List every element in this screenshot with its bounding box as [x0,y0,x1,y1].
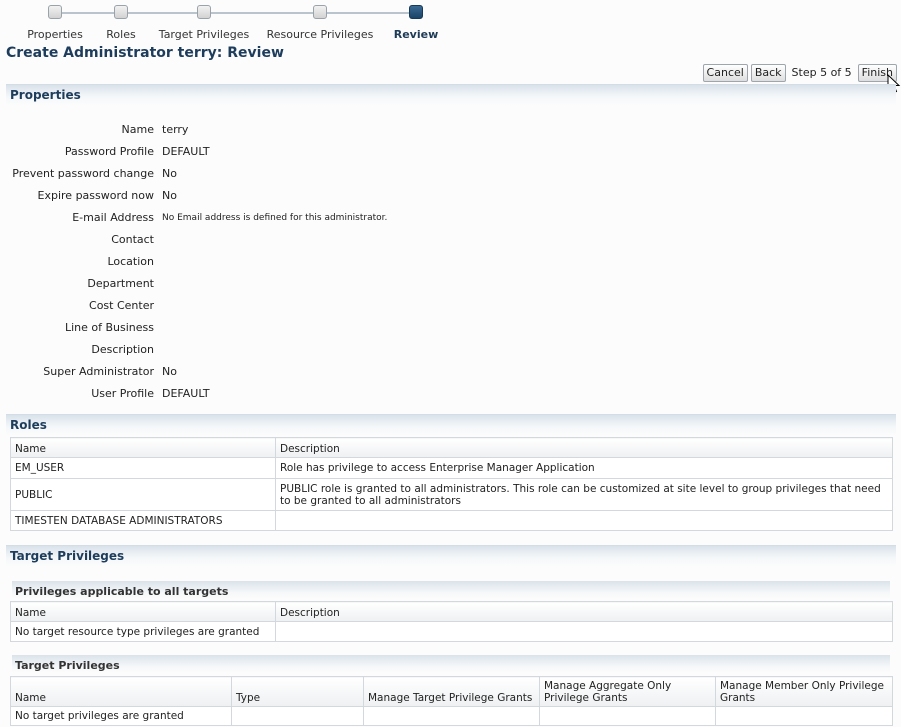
train-step-review: Review [393,28,439,41]
roles-section-header: Roles [6,414,896,436]
column-header-name[interactable]: Name [10,676,232,707]
property-row: Expire password now No [0,189,600,205]
train-step-roles-marker[interactable] [114,5,128,19]
property-row: Contact [0,233,600,249]
role-name-cell: EM_USER [10,457,276,479]
target-privileges-table-header-row: Name Type Manage Target Privilege Grants… [10,676,893,707]
property-row: Department [0,277,600,293]
property-label: Password Profile [64,145,154,158]
property-row: User Profile DEFAULT [0,387,600,403]
property-label: Department [87,277,154,290]
property-row: Name terry [0,123,600,139]
target-privileges-section-title: Target Privileges [10,549,125,563]
property-value: No [162,189,177,202]
train-step-target-privileges-marker[interactable] [197,5,211,19]
column-header-description[interactable]: Description [275,437,893,458]
property-row: Super Administrator No [0,365,600,381]
page-title: Create Administrator terry: Review [6,45,284,61]
column-header-type[interactable]: Type [231,676,364,707]
empty-cell [363,706,540,726]
table-row[interactable]: TIMESTEN DATABASE ADMINISTRATORS [10,510,893,531]
property-value: No [162,365,177,378]
target-privileges-table: Name Type Manage Target Privilege Grants… [10,676,893,726]
empty-table-message: No target privileges are granted [10,706,232,726]
property-label: Prevent password change [12,167,154,180]
cancel-button[interactable]: Cancel [702,63,748,82]
properties-section-title: Properties [10,88,81,102]
table-row[interactable]: EM_USER Role has privilege to access Ent… [10,457,893,479]
column-header-description[interactable]: Description [275,601,893,622]
property-value: No Email address is defined for this adm… [162,213,388,223]
all-targets-subheader: Privileges applicable to all targets [12,581,890,599]
property-row: Cost Center [0,299,600,315]
property-label: Expire password now [37,189,154,202]
train-step-resource-privileges-marker[interactable] [313,5,327,19]
empty-cell [539,706,716,726]
wizard-button-bar: Cancel Back Step 5 of 5 Finish [702,63,897,82]
property-row: Line of Business [0,321,600,337]
target-privileges-subheader-title: Target Privileges [15,659,120,672]
table-row[interactable]: PUBLIC PUBLIC role is granted to all adm… [10,478,893,511]
property-label: E-mail Address [72,211,154,224]
train-step-properties-marker[interactable] [48,5,62,19]
all-targets-subheader-title: Privileges applicable to all targets [15,585,229,598]
empty-cell [715,706,893,726]
property-value: terry [162,123,189,136]
property-label: Contact [111,233,154,246]
all-targets-privileges-table: Name Description No target resource type… [10,601,893,642]
train-step-target-privileges[interactable]: Target Privileges [159,28,249,41]
target-privileges-subheader: Target Privileges [12,655,890,673]
property-value: DEFAULT [162,145,210,158]
role-description-cell: PUBLIC role is granted to all administra… [275,478,893,511]
property-label: Line of Business [64,321,154,334]
property-row: Password Profile DEFAULT [0,145,600,161]
table-row: No target privileges are granted [10,706,893,726]
properties-section-header: Properties [6,84,896,106]
role-description-cell: Role has privilege to access Enterprise … [275,457,893,479]
role-name-cell: PUBLIC [10,478,276,511]
back-button[interactable]: Back [750,63,786,82]
wizard-train: Properties Roles Target Privileges Resou… [0,0,460,46]
property-label: Location [107,255,154,268]
train-step-properties[interactable]: Properties [27,28,83,41]
property-row: Prevent password change No [0,167,600,183]
target-privileges-section-header: Target Privileges [6,545,896,567]
property-label: Name [121,123,154,136]
property-value: DEFAULT [162,387,210,400]
column-header-manage-member-only-privilege-grants[interactable]: Manage Member Only Privilege Grants [715,676,893,707]
table-row: No target resource type privileges are g… [10,621,893,642]
roles-section-title: Roles [10,418,47,432]
property-label: Cost Center [89,299,154,312]
roles-table-header-row: Name Description [10,437,893,458]
step-indicator: Step 5 of 5 [791,66,852,79]
role-description-cell [275,510,893,531]
property-row: E-mail Address No Email address is defin… [0,211,600,227]
column-header-name[interactable]: Name [10,601,276,622]
empty-table-message: No target resource type privileges are g… [10,621,276,642]
property-row: Location [0,255,600,271]
column-header-name[interactable]: Name [10,437,276,458]
property-label: Description [91,343,154,356]
column-header-manage-aggregate-only-privilege-grants[interactable]: Manage Aggregate Only Privilege Grants [539,676,716,707]
train-step-roles[interactable]: Roles [106,28,135,41]
property-value: No [162,167,177,180]
empty-cell [275,621,893,642]
roles-table: Name Description EM_USER Role has privil… [10,437,893,531]
train-step-resource-privileges[interactable]: Resource Privileges [267,28,374,41]
all-targets-table-header-row: Name Description [10,601,893,622]
empty-cell [231,706,364,726]
column-header-manage-target-privilege-grants[interactable]: Manage Target Privilege Grants [363,676,540,707]
train-step-review-marker [409,5,423,19]
property-label: Super Administrator [43,365,154,378]
role-name-cell: TIMESTEN DATABASE ADMINISTRATORS [10,510,276,531]
property-label: User Profile [91,387,154,400]
property-row: Description [0,343,600,359]
